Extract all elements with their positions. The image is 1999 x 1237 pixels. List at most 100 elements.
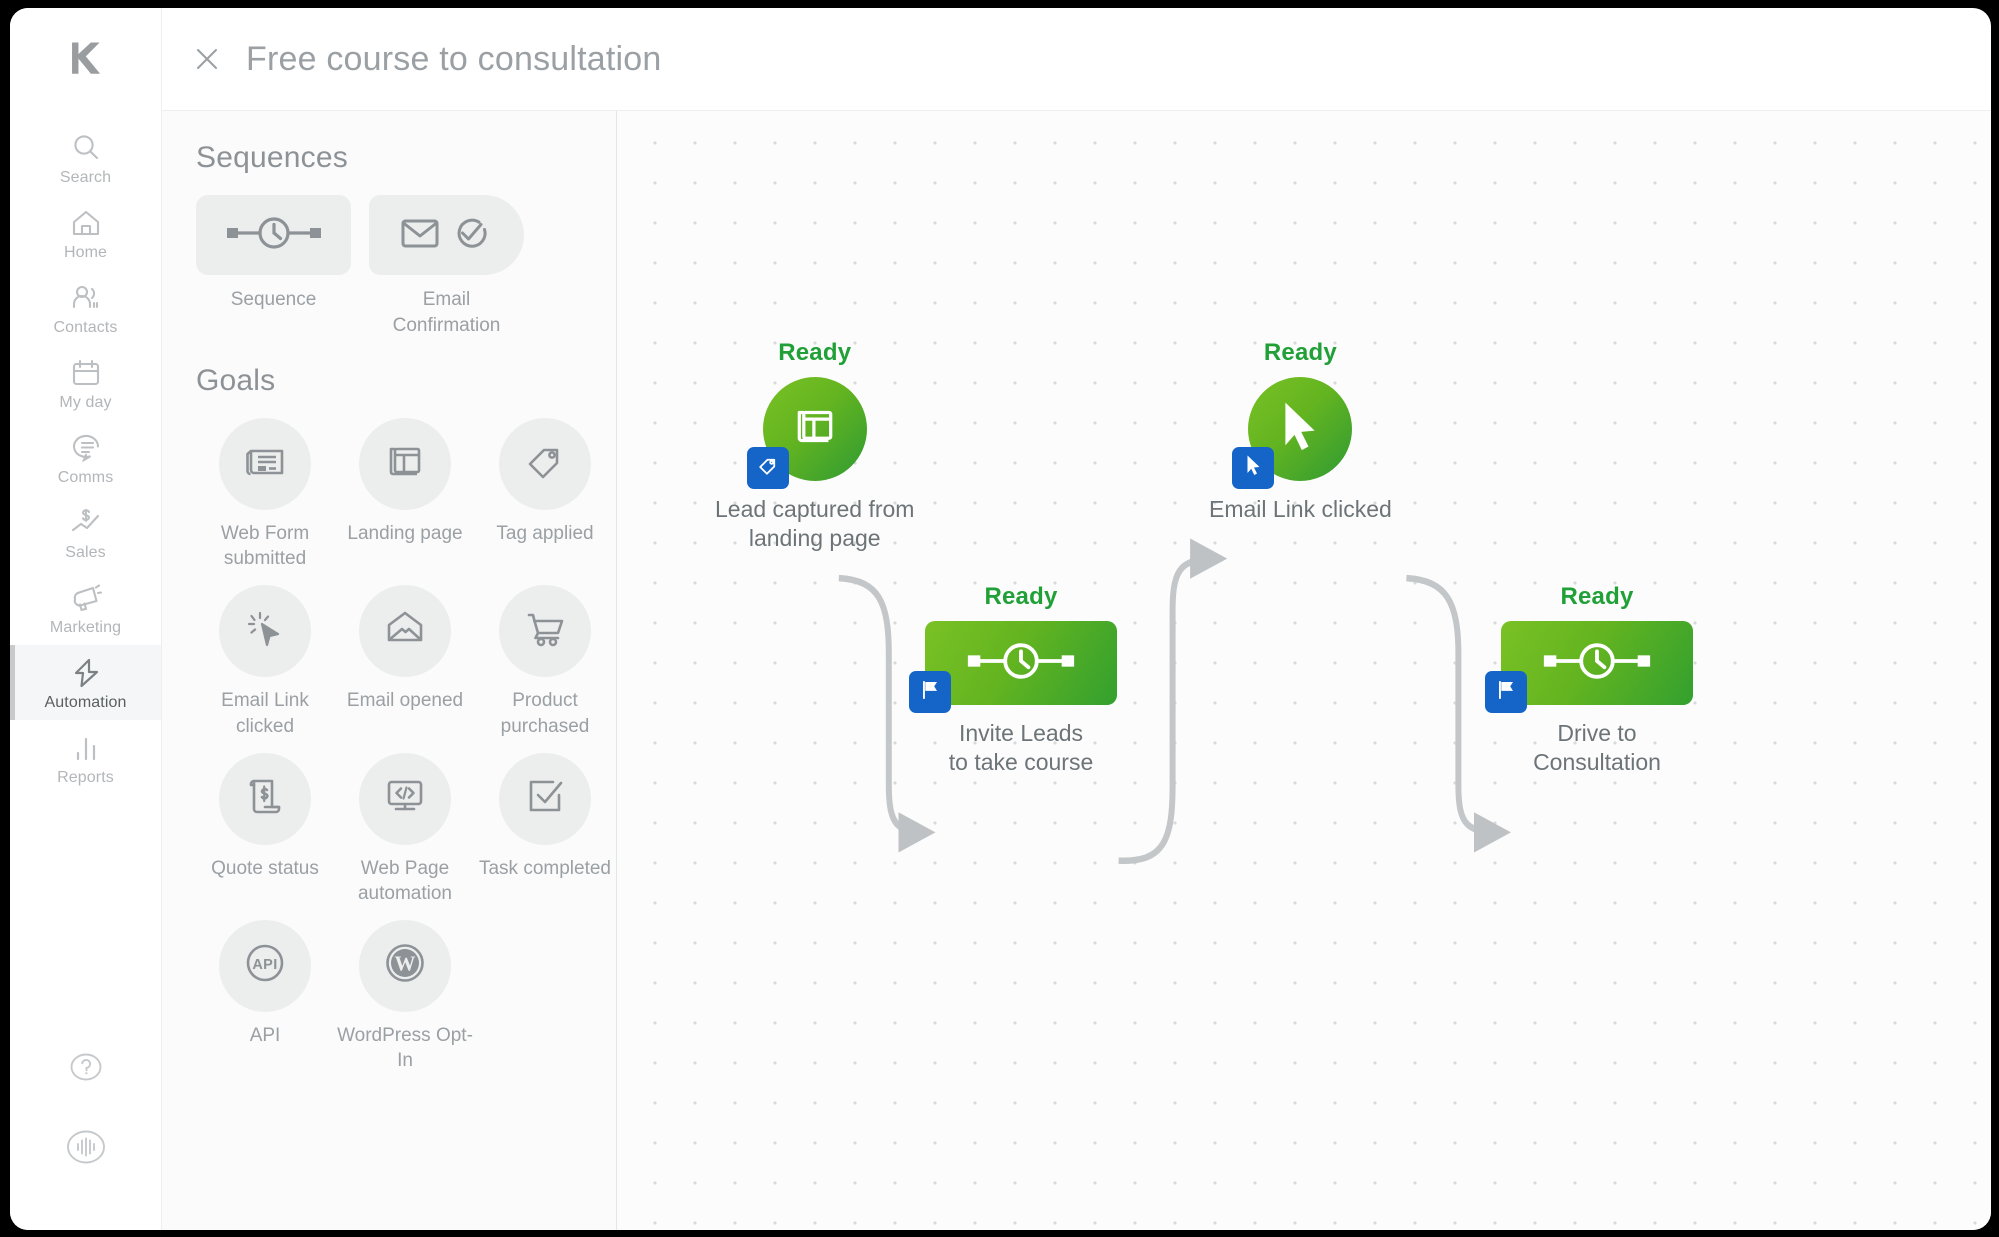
palette-item-email-confirmation[interactable]: Email Confirmation xyxy=(369,195,524,338)
wordpress-icon: W xyxy=(377,935,433,996)
sidebar-item-home[interactable]: Home xyxy=(10,195,161,270)
task-check-icon xyxy=(520,771,570,826)
palette-goal-label: Web Form submitted xyxy=(196,521,334,571)
cursor-icon xyxy=(1243,454,1264,482)
node-status-badge: Ready xyxy=(1560,583,1633,611)
node-email-link-clicked[interactable]: Ready xyxy=(1209,339,1392,524)
automation-canvas[interactable]: Ready xyxy=(617,111,1991,1230)
app-window: Search Home xyxy=(10,8,1991,1230)
landing-page-icon xyxy=(380,437,430,492)
page-title: Free course to consultation xyxy=(246,40,662,79)
sidebar-item-label: Search xyxy=(60,170,111,186)
top-bar: Free course to consultation xyxy=(162,8,1991,111)
node-label: Invite Leads to take course xyxy=(949,719,1093,778)
contacts-icon xyxy=(69,281,103,315)
search-icon xyxy=(69,131,103,165)
sidebar-item-contacts[interactable]: Contacts xyxy=(10,270,161,345)
goals-heading: Goals xyxy=(196,364,602,398)
email-confirmation-icon xyxy=(391,209,503,262)
svg-text:API: API xyxy=(252,957,277,973)
sidebar-item-label: Contacts xyxy=(54,320,118,336)
body-row: Sequences xyxy=(162,111,1991,1230)
palette-goal-label: WordPress Opt-In xyxy=(336,1023,474,1073)
node-badge-flag xyxy=(1485,671,1527,713)
palette-goal-email-link-clicked[interactable]: Email Link clicked xyxy=(196,585,334,738)
palette-goal-label: Product purchased xyxy=(476,688,614,738)
node-badge-cursor xyxy=(1232,447,1274,489)
cursor-icon xyxy=(1274,399,1326,460)
svg-text:W: W xyxy=(395,952,416,976)
landing-page-icon xyxy=(787,399,843,460)
element-palette: Sequences xyxy=(162,111,617,1230)
palette-goal-label: API xyxy=(250,1023,281,1048)
sidebar-item-label: Marketing xyxy=(50,620,121,636)
sidebar-item-my-day[interactable]: My day xyxy=(10,345,161,420)
node-label: Drive to Consultation xyxy=(1533,719,1661,778)
connector-edges xyxy=(617,111,1991,1230)
node-drive-to-consultation[interactable]: Ready xyxy=(1501,583,1693,778)
palette-goal-label: Email opened xyxy=(347,688,463,713)
node-shape-rect xyxy=(925,621,1117,705)
sidebar-item-comms[interactable]: Comms xyxy=(10,420,161,495)
sidebar-item-automation[interactable]: Automation xyxy=(10,645,161,720)
palette-goal-landing-page[interactable]: Landing page xyxy=(336,418,474,571)
palette-goal-label: Landing page xyxy=(347,521,462,546)
palette-goal-wordpress-opt-in[interactable]: W WordPress Opt-In xyxy=(336,920,474,1073)
sidebar-item-label: Comms xyxy=(58,470,114,486)
help-circle-icon[interactable] xyxy=(65,1046,107,1093)
palette-goal-label: Tag applied xyxy=(496,521,593,546)
sidebar-item-search[interactable]: Search xyxy=(10,120,161,195)
sequences-heading: Sequences xyxy=(196,141,602,175)
node-lead-captured[interactable]: Ready xyxy=(715,339,914,554)
web-form-icon xyxy=(240,437,290,492)
sidebar-item-reports[interactable]: Reports xyxy=(10,720,161,795)
palette-goal-api[interactable]: API API xyxy=(196,920,334,1073)
sales-chart-icon xyxy=(69,506,103,540)
voice-waveform-icon[interactable] xyxy=(60,1121,112,1178)
palette-goal-task-completed[interactable]: Task completed xyxy=(476,753,614,906)
tag-icon xyxy=(520,437,570,492)
calendar-icon xyxy=(69,356,103,390)
node-badge-flag xyxy=(909,671,951,713)
brand-logo[interactable] xyxy=(10,8,161,120)
quote-dollar-icon xyxy=(240,771,290,826)
api-icon: API xyxy=(237,935,293,996)
palette-goal-web-page-automation[interactable]: Web Page automation xyxy=(336,753,474,906)
node-badge-tag xyxy=(747,447,789,489)
bar-chart-icon xyxy=(69,731,103,765)
sidebar-nav: Search Home xyxy=(10,8,162,1230)
node-status-badge: Ready xyxy=(1264,339,1337,367)
node-shape-rect xyxy=(1501,621,1693,705)
sidebar-item-sales[interactable]: Sales xyxy=(10,495,161,570)
sidebar-item-label: My day xyxy=(59,395,111,411)
sidebar-item-label: Automation xyxy=(45,695,127,711)
sidebar-item-label: Home xyxy=(64,245,107,261)
node-label: Email Link clicked xyxy=(1209,495,1392,524)
keap-logo-icon xyxy=(63,39,109,90)
sidebar-item-marketing[interactable]: Marketing xyxy=(10,570,161,645)
sidebar-bottom-actions xyxy=(60,1046,112,1230)
palette-item-label: Email Confirmation xyxy=(369,287,524,338)
tag-icon xyxy=(755,453,781,484)
node-status-badge: Ready xyxy=(984,583,1057,611)
palette-goal-label: Email Link clicked xyxy=(196,688,334,738)
palette-item-sequence[interactable]: Sequence xyxy=(196,195,351,338)
palette-goal-product-purchased[interactable]: Product purchased xyxy=(476,585,614,738)
palette-goal-quote-status[interactable]: Quote status xyxy=(196,753,334,906)
palette-goal-web-form-submitted[interactable]: Web Form submitted xyxy=(196,418,334,571)
close-icon[interactable] xyxy=(192,44,222,74)
sidebar-item-label: Sales xyxy=(65,545,106,561)
palette-goal-label: Quote status xyxy=(211,856,319,881)
node-label: Lead captured from landing page xyxy=(715,495,914,554)
node-status-badge: Ready xyxy=(778,339,851,367)
flag-icon xyxy=(1494,678,1518,707)
palette-goal-email-opened[interactable]: Email opened xyxy=(336,585,474,738)
chat-bubble-icon xyxy=(69,431,103,465)
node-invite-leads[interactable]: Ready xyxy=(925,583,1117,778)
sequence-timer-icon xyxy=(219,210,329,261)
palette-goal-tag-applied[interactable]: Tag applied xyxy=(476,418,614,571)
palette-item-label: Sequence xyxy=(231,287,317,313)
home-icon xyxy=(69,206,103,240)
nav-items: Search Home xyxy=(10,120,161,795)
cursor-click-icon xyxy=(240,604,290,659)
